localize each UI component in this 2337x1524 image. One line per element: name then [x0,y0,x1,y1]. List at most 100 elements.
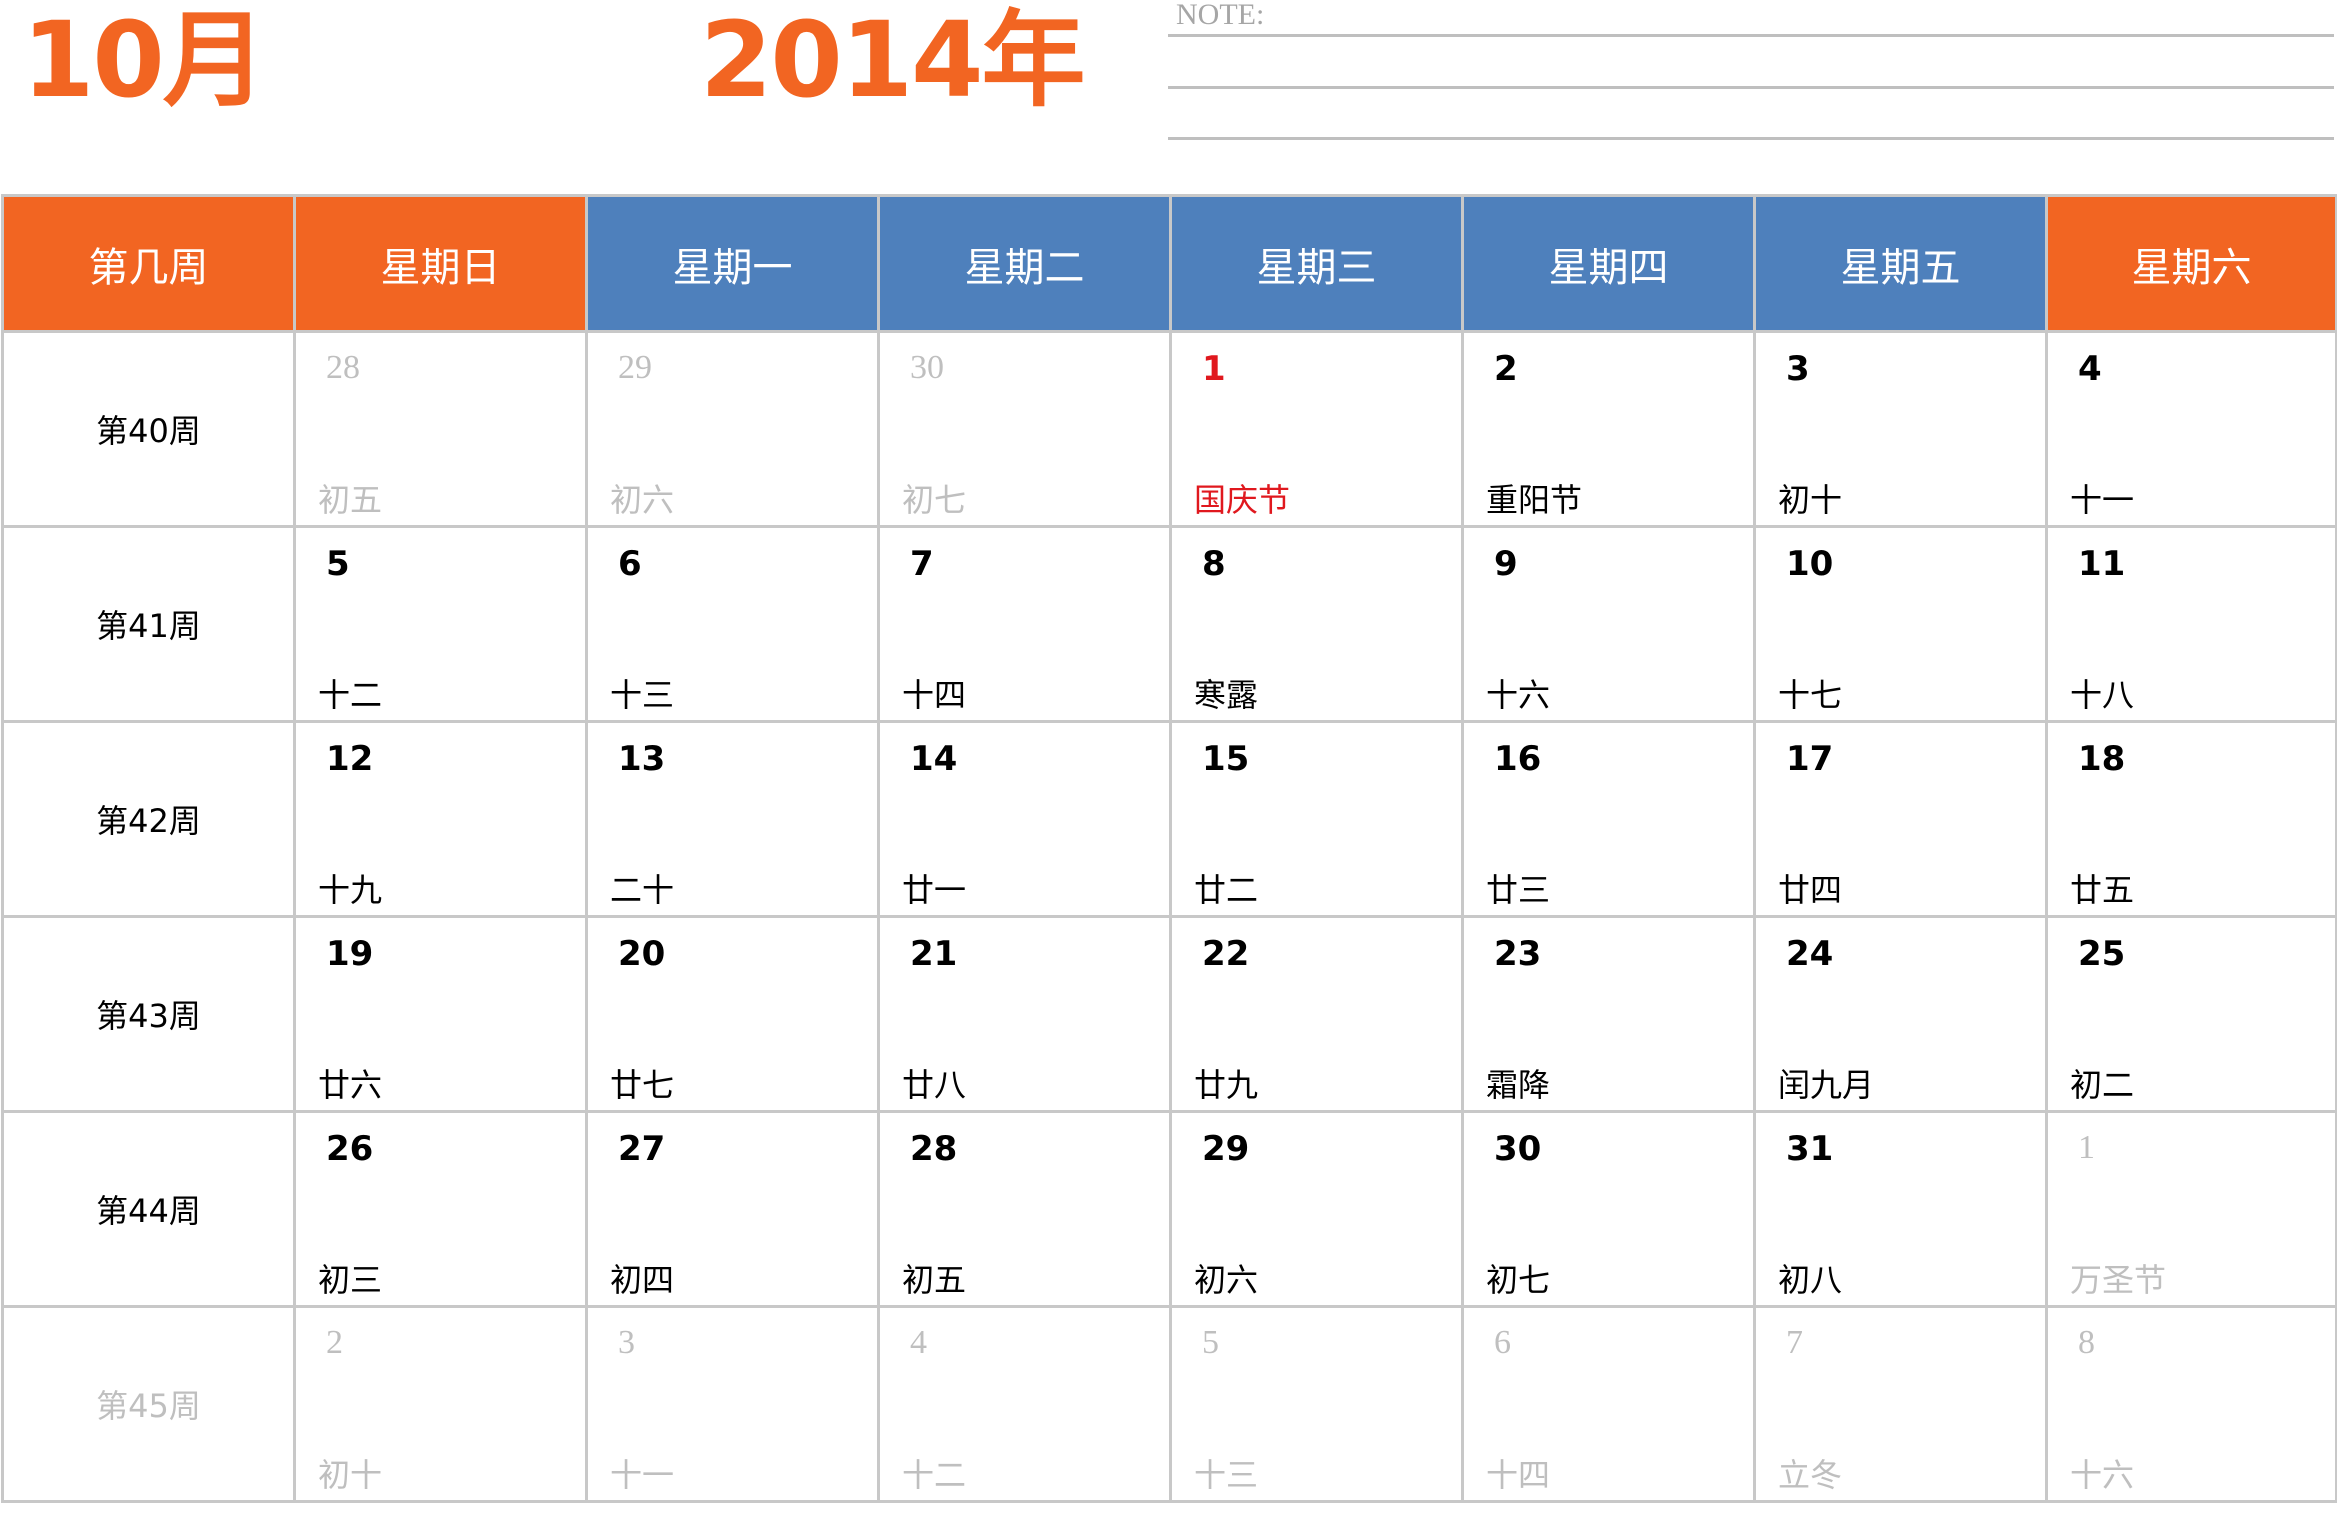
day-number: 13 [618,739,666,779]
lunar-date-label: 立冬 [1778,1456,1843,1494]
day-cell[interactable]: 24 闰九月 [1753,915,2048,1113]
lunar-date-label: 十一 [2070,481,2135,519]
lunar-date-label: 廿二 [1194,871,1259,909]
day-cell[interactable]: 29 初六 [1169,1110,1464,1308]
day-number: 10 [1786,544,1834,584]
day-number: 7 [910,544,934,584]
day-number: 22 [1202,934,1250,974]
header-tuesday: 星期二 [877,194,1172,333]
day-cell[interactable]: 3 十一 [585,1305,880,1503]
header-wednesday: 星期三 [1169,194,1464,333]
day-cell[interactable]: 22 廿九 [1169,915,1464,1113]
lunar-date-label: 初七 [902,481,967,519]
day-cell[interactable]: 21 廿八 [877,915,1172,1113]
day-number: 28 [326,349,360,386]
header-saturday: 星期六 [2045,194,2337,333]
day-number: 21 [910,934,958,974]
day-cell[interactable]: 2 重阳节 [1461,330,1756,528]
week-number-label: 第40周 [1,330,296,528]
day-cell[interactable]: 28 初五 [877,1110,1172,1308]
note-line [1168,137,2334,140]
day-cell[interactable]: 9 十六 [1461,525,1756,723]
day-cell[interactable]: 6 十四 [1461,1305,1756,1503]
day-cell[interactable]: 15 廿二 [1169,720,1464,918]
day-cell[interactable]: 26 初三 [293,1110,588,1308]
day-cell[interactable]: 19 廿六 [293,915,588,1113]
lunar-date-label: 寒露 [1194,676,1259,714]
day-number: 31 [1786,1129,1834,1169]
day-cell[interactable]: 11 十八 [2045,525,2337,723]
day-number: 30 [910,349,944,386]
year-title: 2014年 [700,0,1085,121]
day-cell[interactable]: 4 十二 [877,1305,1172,1503]
day-cell[interactable]: 29 初六 [585,330,880,528]
day-number: 29 [618,349,652,386]
day-cell[interactable]: 10 十七 [1753,525,2048,723]
day-number: 3 [1786,349,1810,389]
day-cell[interactable]: 6 十三 [585,525,880,723]
day-cell[interactable]: 5 十三 [1169,1305,1464,1503]
day-cell[interactable]: 18 廿五 [2045,720,2337,918]
week-row: 第43周 19 廿六 20 廿七 21 廿八 22 廿九 23 霜降 24 闰九月 25 初二 [1,915,2337,1113]
day-cell[interactable]: 31 初八 [1753,1110,2048,1308]
day-cell[interactable]: 28 初五 [293,330,588,528]
day-number: 2 [1494,349,1518,389]
day-cell[interactable]: 30 初七 [877,330,1172,528]
note-line [1168,34,2334,37]
day-number: 11 [2078,544,2126,584]
day-number: 15 [1202,739,1250,779]
header-monday: 星期一 [585,194,880,333]
day-number: 5 [1202,1324,1219,1361]
day-cell[interactable]: 17 廿四 [1753,720,2048,918]
day-number: 8 [2078,1324,2095,1361]
lunar-date-label: 初五 [318,481,383,519]
calendar-grid: 第几周 星期日 星期一 星期二 星期三 星期四 星期五 星期六 第40周 28 初五… [1,194,2337,1503]
lunar-date-label: 廿五 [2070,871,2135,909]
header-friday: 星期五 [1753,194,2048,333]
day-cell[interactable]: 23 霜降 [1461,915,1756,1113]
lunar-date-label: 初十 [318,1456,383,1494]
day-number: 4 [2078,349,2102,389]
week-row: 第42周 12 十九 13 二十 14 廿一 15 廿二 16 廿三 17 廿四 18 廿五 [1,720,2337,918]
week-row: 第45周 2 初十 3 十一 4 十二 5 十三 6 十四 7 立冬 8 十六 [1,1305,2337,1503]
day-cell[interactable]: 3 初十 [1753,330,2048,528]
day-number: 6 [618,544,642,584]
lunar-date-label: 十三 [1194,1456,1259,1494]
lunar-date-label: 廿三 [1486,871,1551,909]
day-number: 8 [1202,544,1226,584]
day-cell[interactable]: 16 廿三 [1461,720,1756,918]
day-cell[interactable]: 30 初七 [1461,1110,1756,1308]
day-cell[interactable]: 12 十九 [293,720,588,918]
day-number: 1 [2078,1129,2095,1166]
day-cell[interactable]: 27 初四 [585,1110,880,1308]
day-cell[interactable]: 8 十六 [2045,1305,2337,1503]
day-number: 28 [910,1129,958,1169]
day-cell[interactable]: 25 初二 [2045,915,2337,1113]
lunar-date-label: 十二 [902,1456,967,1494]
week-row: 第40周 28 初五 29 初六 30 初七 1 国庆节 2 重阳节 3 初十 4 十一 [1,330,2337,528]
week-number-label: 第44周 [1,1110,296,1308]
day-number: 3 [618,1324,635,1361]
day-cell[interactable]: 20 廿七 [585,915,880,1113]
day-cell[interactable]: 8 寒露 [1169,525,1464,723]
weekday-header-row: 第几周 星期日 星期一 星期二 星期三 星期四 星期五 星期六 [1,194,2337,333]
day-cell[interactable]: 13 二十 [585,720,880,918]
day-cell[interactable]: 4 十一 [2045,330,2337,528]
lunar-date-label: 廿六 [318,1066,383,1104]
week-number-label: 第41周 [1,525,296,723]
day-cell[interactable]: 14 廿一 [877,720,1172,918]
day-cell[interactable]: 7 十四 [877,525,1172,723]
lunar-date-label: 廿九 [1194,1066,1259,1104]
note-line [1168,86,2334,89]
day-number: 26 [326,1129,374,1169]
lunar-date-label: 初八 [1778,1261,1843,1299]
day-cell[interactable]: 1 万圣节 [2045,1110,2337,1308]
lunar-date-label: 十六 [1486,676,1551,714]
day-cell[interactable]: 1 国庆节 [1169,330,1464,528]
day-number: 1 [1202,349,1226,389]
day-cell[interactable]: 2 初十 [293,1305,588,1503]
day-cell[interactable]: 5 十二 [293,525,588,723]
day-number: 6 [1494,1324,1511,1361]
lunar-date-label: 二十 [610,871,675,909]
day-cell[interactable]: 7 立冬 [1753,1305,2048,1503]
